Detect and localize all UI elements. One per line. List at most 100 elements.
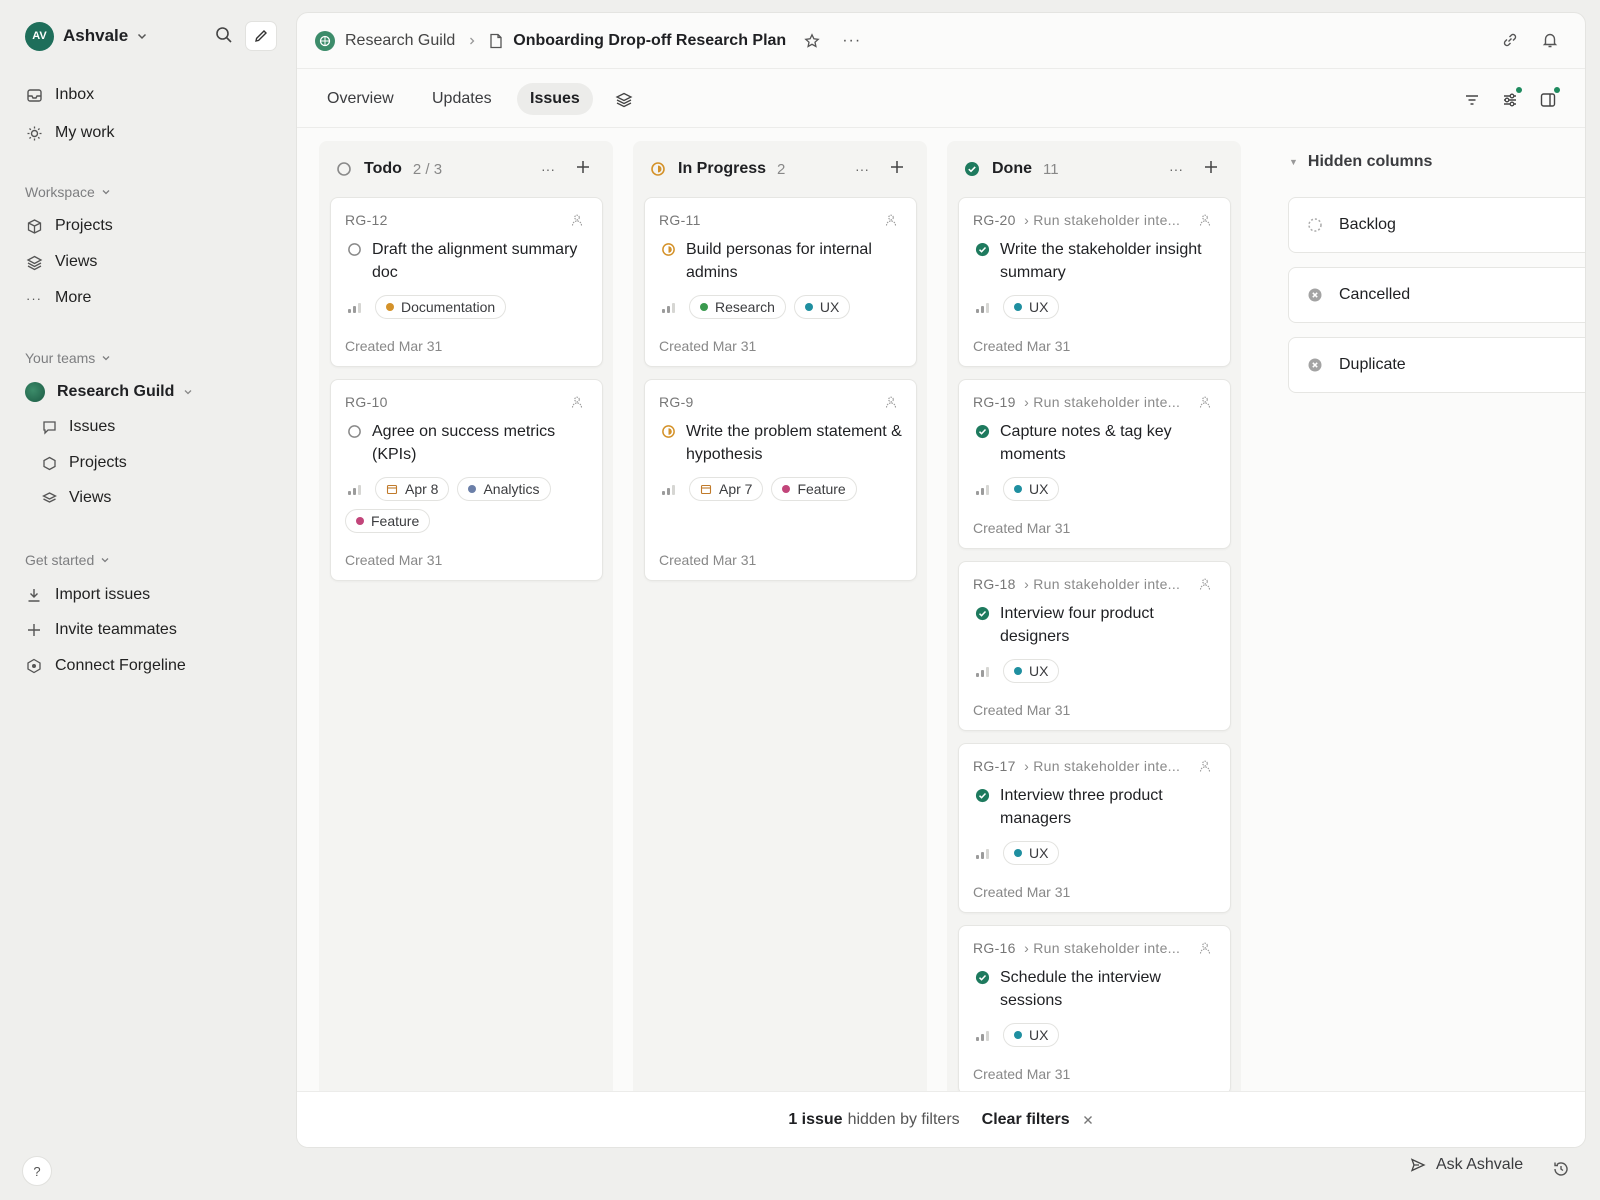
priority-icon[interactable] (973, 844, 991, 862)
more-options-button[interactable]: ··· (842, 32, 861, 50)
issue-title: Write the problem statement & hypothesis (686, 423, 902, 463)
bell-icon[interactable] (1541, 31, 1559, 49)
sidebar-item-team-issues[interactable]: Issues (41, 413, 115, 441)
breadcrumb-team[interactable]: Research Guild (345, 32, 455, 50)
assignee-icon[interactable] (570, 395, 584, 409)
issue-card[interactable]: RG-12 Draft the alignment summary doc Docu… (330, 197, 603, 367)
label-chip[interactable]: UX (1003, 477, 1060, 501)
issue-status-icon[interactable] (975, 970, 990, 985)
sidebar-item-import-issues[interactable]: Import issues (25, 581, 150, 609)
priority-icon[interactable] (345, 298, 363, 316)
sidebar-item-inbox[interactable]: Inbox (25, 81, 94, 109)
issue-card[interactable]: RG-18 › Run stakeholder inte... Interview… (958, 561, 1231, 731)
issue-card[interactable]: RG-17 › Run stakeholder inte... Interview… (958, 743, 1231, 913)
parent-issue: › Run stakeholder inte... (1015, 212, 1181, 228)
sidebar-item-connect-forgeline[interactable]: Connect Forgeline (25, 652, 186, 680)
issue-card[interactable]: RG-19 › Run stakeholder inte... Capture n… (958, 379, 1231, 549)
workspace-switcher[interactable]: AV Ashvale (25, 21, 148, 51)
priority-icon[interactable] (973, 1026, 991, 1044)
issue-status-icon[interactable] (347, 242, 362, 257)
display-options-icon[interactable] (1501, 87, 1522, 109)
label-chip[interactable]: Research (689, 295, 786, 319)
issue-status-icon[interactable] (975, 424, 990, 439)
assignee-icon[interactable] (1198, 213, 1212, 227)
label-chip[interactable]: UX (793, 295, 851, 319)
assignee-icon[interactable] (1198, 941, 1212, 955)
tab-issues[interactable]: Issues (517, 83, 593, 115)
filter-icon[interactable] (1463, 91, 1481, 109)
workspace-section-toggle[interactable]: Workspace (25, 184, 111, 200)
due-date-chip[interactable]: Apr 8 (375, 477, 450, 501)
label-chip[interactable]: UX (1003, 1023, 1060, 1047)
issue-status-icon[interactable] (661, 242, 676, 257)
add-issue-button[interactable] (575, 159, 591, 175)
issue-status-icon[interactable] (975, 606, 990, 621)
issue-card[interactable]: RG-9 Write the problem statement & hypoth… (644, 379, 917, 581)
add-issue-button[interactable] (1203, 159, 1219, 175)
add-issue-button[interactable] (889, 159, 905, 175)
sidebar-toggle-icon[interactable] (1539, 87, 1560, 109)
priority-icon[interactable] (973, 480, 991, 498)
sidebar-item-my-work[interactable]: My work (25, 119, 115, 147)
sidebar-item-invite-teammates[interactable]: Invite teammates (25, 616, 177, 644)
label-chip[interactable]: Feature (771, 477, 857, 501)
teams-section-toggle[interactable]: Your teams (25, 350, 111, 366)
search-icon[interactable] (215, 26, 233, 44)
assignee-icon[interactable] (884, 395, 898, 409)
assignee-icon[interactable] (1198, 395, 1212, 409)
sidebar-item-team-projects[interactable]: Projects (41, 449, 127, 477)
priority-icon[interactable] (659, 298, 677, 316)
assignee-icon[interactable] (1198, 759, 1212, 773)
clear-filters-button[interactable]: Clear filters (982, 1111, 1070, 1129)
workspace-name: Ashvale (63, 26, 129, 45)
assignee-icon[interactable] (884, 213, 898, 227)
issue-status-icon[interactable] (347, 424, 362, 439)
history-icon[interactable] (1552, 1160, 1570, 1178)
star-icon[interactable] (804, 32, 820, 49)
page-title[interactable]: Onboarding Drop-off Research Plan (513, 32, 786, 50)
close-icon[interactable] (1082, 1114, 1094, 1126)
tab-updates[interactable]: Updates (419, 83, 505, 115)
issue-card[interactable]: RG-20 › Run stakeholder inte... Write the… (958, 197, 1231, 367)
sidebar-item-team-views[interactable]: Views (41, 484, 111, 512)
help-button[interactable]: ? (22, 1156, 52, 1186)
label-chip[interactable]: Feature (345, 509, 431, 533)
priority-icon[interactable] (659, 480, 677, 498)
issue-card[interactable]: RG-16 › Run stakeholder inte... Schedule … (958, 925, 1231, 1095)
label-chip[interactable]: UX (1003, 841, 1060, 865)
hidden-column-cancelled[interactable]: Cancelled (1288, 267, 1585, 323)
hidden-column-duplicate[interactable]: Duplicate (1288, 337, 1585, 393)
column-more-button[interactable]: ··· (541, 161, 555, 177)
created-date: Created Mar 31 (345, 552, 443, 568)
assignee-icon[interactable] (570, 213, 584, 227)
sidebar-item-projects[interactable]: Projects (25, 212, 113, 240)
label-chip[interactable]: UX (1003, 295, 1060, 319)
issue-status-icon[interactable] (975, 788, 990, 803)
column-more-button[interactable]: ··· (855, 161, 869, 177)
label-chip[interactable]: Analytics (457, 477, 551, 501)
priority-icon[interactable] (345, 480, 363, 498)
priority-icon[interactable] (973, 662, 991, 680)
priority-icon[interactable] (973, 298, 991, 316)
ask-assistant-button[interactable]: Ask Ashvale (1410, 1156, 1523, 1174)
assignee-icon[interactable] (1198, 577, 1212, 591)
sidebar-item-views[interactable]: Views (25, 248, 97, 276)
due-date-chip[interactable]: Apr 7 (689, 477, 764, 501)
created-date: Created Mar 31 (659, 338, 757, 354)
label-chip[interactable]: UX (1003, 659, 1060, 683)
hidden-column-backlog[interactable]: Backlog (1288, 197, 1585, 253)
layers-icon[interactable] (615, 91, 633, 109)
issue-card[interactable]: RG-10 Agree on success metrics (KPIs) Apr … (330, 379, 603, 581)
team-research-guild[interactable]: Research Guild (25, 378, 193, 406)
issue-status-icon[interactable] (661, 424, 676, 439)
tab-overview[interactable]: Overview (314, 83, 407, 115)
link-icon[interactable] (1501, 31, 1519, 49)
sidebar-item-more[interactable]: ··· More (25, 284, 91, 312)
issue-status-icon[interactable] (975, 242, 990, 257)
column-more-button[interactable]: ··· (1169, 161, 1183, 177)
get-started-section-toggle[interactable]: Get started (25, 552, 110, 568)
issue-card[interactable]: RG-11 Build personas for internal admins R… (644, 197, 917, 367)
label-chip[interactable]: Documentation (375, 295, 507, 319)
compose-button[interactable] (245, 21, 277, 51)
hidden-columns-toggle[interactable]: ▼ Hidden columns (1289, 153, 1432, 171)
